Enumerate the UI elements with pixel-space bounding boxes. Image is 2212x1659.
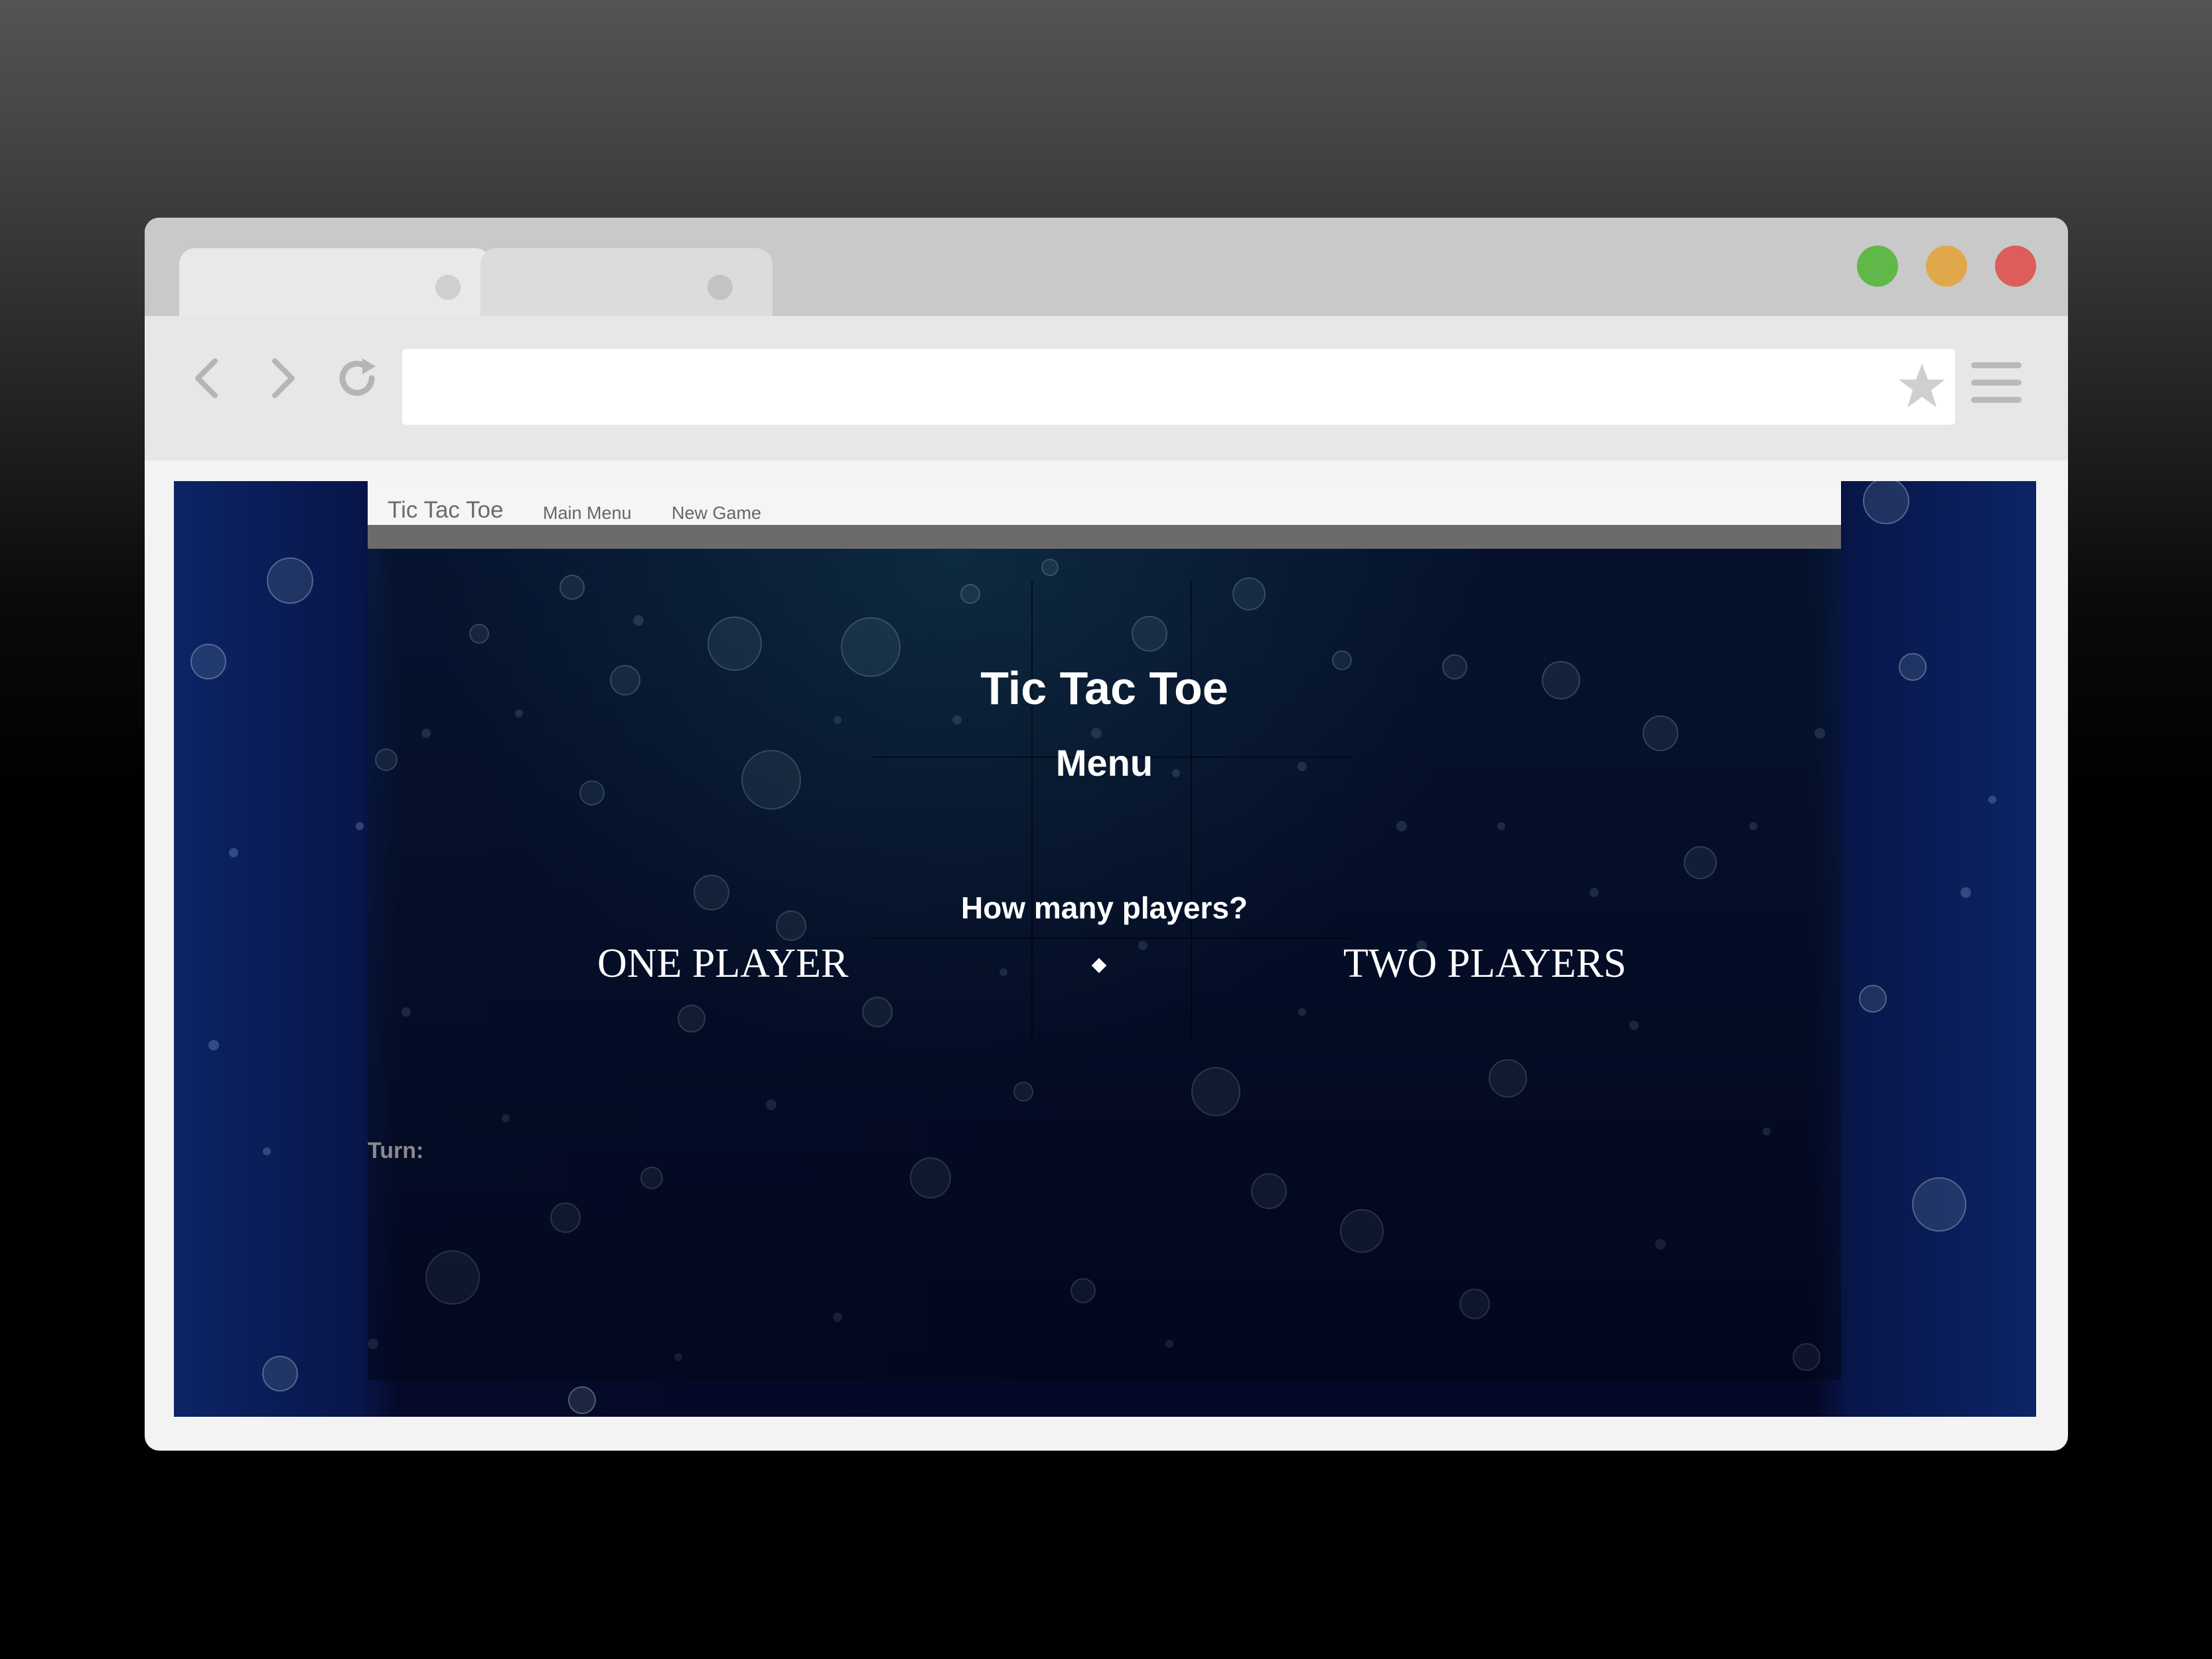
window-maximize-button[interactable] (1857, 246, 1898, 287)
board-vertical-line (1191, 581, 1192, 1039)
board-horizontal-line (872, 938, 1350, 939)
address-bar[interactable] (402, 349, 1955, 425)
game-container: Tic Tac Toe Main Menu New Game Tic Tac T… (368, 481, 1841, 1380)
browser-window: Tic Tac Toe Main Menu New Game Tic Tac T… (145, 218, 2068, 1451)
turn-indicator: Turn: (368, 1138, 424, 1163)
new-game-link[interactable]: New Game (672, 503, 761, 524)
page-viewport: Tic Tac Toe Main Menu New Game Tic Tac T… (174, 481, 2036, 1417)
browser-tab-inactive[interactable] (480, 248, 773, 316)
navbar-brand[interactable]: Tic Tac Toe (388, 497, 503, 524)
main-menu-link[interactable]: Main Menu (543, 503, 632, 524)
two-players-button[interactable]: TWO PLAYERS (1343, 940, 1627, 987)
tab-close-icon[interactable] (435, 275, 461, 300)
forward-arrow-icon[interactable] (256, 352, 309, 405)
reload-icon[interactable] (332, 352, 385, 405)
hamburger-menu-icon[interactable] (1971, 362, 2022, 406)
tab-close-icon[interactable] (707, 275, 733, 300)
window-close-button[interactable] (1995, 246, 2036, 287)
page-navbar: Tic Tac Toe Main Menu New Game (368, 481, 1841, 549)
browser-toolbar (145, 316, 2068, 461)
title-bar (145, 218, 2068, 316)
window-minimize-button[interactable] (1926, 246, 1967, 287)
game-title: Tic Tac Toe (980, 662, 1228, 714)
diamond-separator-icon (1091, 958, 1107, 974)
star-icon[interactable] (1895, 360, 1949, 413)
one-player-button[interactable]: ONE PLAYER (597, 940, 848, 987)
browser-tab-active[interactable] (179, 248, 491, 316)
players-question: How many players? (960, 891, 1248, 925)
back-arrow-icon[interactable] (183, 352, 236, 405)
board-vertical-line (1031, 581, 1033, 1039)
menu-heading: Menu (1055, 742, 1153, 784)
